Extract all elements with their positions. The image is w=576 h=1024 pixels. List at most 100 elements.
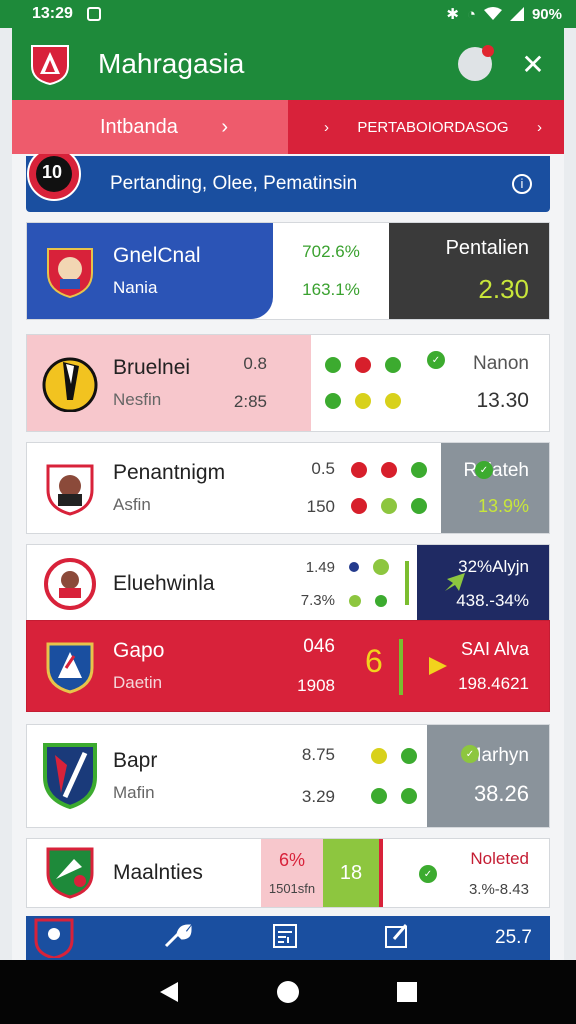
check-icon: ✓	[419, 865, 437, 883]
wifi-icon	[483, 7, 502, 20]
team-name: Bruelnei	[113, 356, 191, 379]
stats-column: 6% 1501sfn	[261, 839, 323, 907]
team-crest	[41, 354, 99, 412]
app-bar: Mahragasia ✕	[12, 28, 564, 100]
team-subtitle: Nania	[113, 278, 158, 297]
team-block: Eluehwinla	[27, 545, 275, 622]
home-icon[interactable]	[276, 980, 300, 1004]
stats-column: 046 1908	[275, 621, 335, 711]
system-nav-bar	[0, 960, 576, 1024]
match-list[interactable]: Pertanding, Olee, Pematinsin i 10 GnelCn…	[12, 154, 564, 960]
stat-secondary: 7.3%	[300, 591, 335, 609]
team-subtitle: Daetin	[113, 673, 163, 692]
signal-icon	[509, 7, 524, 21]
back-icon[interactable]	[158, 980, 180, 1004]
stats-column: 0.5 150	[275, 443, 335, 533]
odds-title: Rolateh	[463, 459, 530, 481]
match-card[interactable]: Penantnigm Asfin 0.5 150 ✓ Rolateh 13.9%	[26, 442, 550, 534]
form-dot-yellow	[371, 748, 387, 764]
form-dot-red	[355, 357, 371, 373]
stat-secondary: 2:85	[233, 392, 267, 411]
team-subtitle: Mafin	[113, 783, 155, 802]
nav-value: 25.7	[495, 927, 532, 948]
match-card[interactable]: Eluehwinla 1.49 7.3% 32%Alyjn 438.-34%	[26, 544, 550, 622]
chevron-right-icon: ›	[324, 118, 329, 136]
form-dot-green	[325, 357, 341, 373]
team-block: Penantnigm Asfin	[27, 443, 275, 533]
stat-secondary: 163.1%	[302, 280, 360, 299]
team-name: Bapr	[113, 749, 158, 772]
wrench-icon[interactable]	[162, 922, 192, 955]
team-crest	[41, 242, 99, 300]
odds-panel[interactable]: 32%Alyjn 438.-34%	[417, 545, 549, 622]
odds-value: 198.4621	[458, 673, 529, 693]
info-icon[interactable]: i	[512, 174, 532, 194]
list-icon[interactable]	[272, 923, 300, 954]
odds-title: Noleted	[470, 848, 529, 868]
app-logo[interactable]	[28, 42, 72, 86]
form-dots	[351, 443, 427, 533]
team-name: GnelCnal	[113, 244, 201, 267]
chevron-right-icon: ›	[221, 115, 228, 138]
team-block: Bruelnei Nesfin	[27, 335, 311, 431]
team-block: Bapr Mafin	[27, 725, 275, 827]
team-crest	[41, 555, 99, 613]
banner-text: Pertanding, Olee, Pematinsin	[110, 173, 358, 194]
chevron-right-icon: ›	[537, 118, 542, 136]
match-card[interactable]: GnelCnal Nania 702.6% 163.1% Pentalien 2…	[26, 222, 550, 320]
form-dot-green	[371, 788, 387, 804]
odds-title: 32%Alyjn	[458, 556, 529, 576]
stat-secondary: 3.29	[301, 787, 335, 806]
stat-primary: 0.8	[243, 354, 267, 373]
arrow-up-icon	[445, 573, 465, 591]
odds-panel[interactable]: ✓ Rolateh 13.9%	[441, 443, 549, 533]
stats-column: 702.6% 163.1%	[273, 223, 389, 319]
team-name: Maalnties	[113, 861, 203, 884]
team-crest	[41, 637, 99, 695]
odds-panel[interactable]: Pentalien 2.30	[389, 223, 549, 319]
tab-intbanda[interactable]: Intbanda ›	[12, 100, 288, 154]
notification-dot	[482, 45, 494, 57]
form-dot-green	[401, 748, 417, 764]
odds-panel[interactable]: ✓ Marhyn 38.26	[427, 725, 549, 827]
match-card[interactable]: Maalnties 6% 1501sfn 18 ✓ Noleted 3.%-8.…	[26, 838, 550, 908]
stat-secondary: 1908	[297, 676, 335, 695]
form-dot-green	[411, 462, 427, 478]
match-card-highlighted[interactable]: Gapo Daetin 046 1908 6 SAI Alva 198.4621	[26, 620, 550, 712]
odds-value: 13.30	[476, 389, 529, 412]
notification-button[interactable]	[458, 45, 494, 81]
stat-primary: 702.6%	[302, 242, 360, 261]
form-dot-green	[401, 788, 417, 804]
alarm-icon: ◔	[466, 5, 476, 23]
nav-crest[interactable]	[26, 918, 82, 958]
form-dot-lime	[381, 498, 397, 514]
close-icon[interactable]: ✕	[518, 48, 548, 81]
team-block: GnelCnal Nania	[27, 223, 273, 319]
status-bar: 13:29 ✱ ◔ 90%	[0, 0, 576, 28]
recents-icon[interactable]	[396, 981, 418, 1003]
odds-panel[interactable]: ✓ Noleted 3.%-8.43	[383, 839, 549, 907]
info-banner[interactable]: Pertanding, Olee, Pematinsin i	[26, 156, 550, 212]
edit-icon[interactable]	[384, 923, 412, 954]
stat-primary: 1.49	[305, 558, 335, 576]
tab-bar: Intbanda › › PERTABOIORDASOG ›	[12, 100, 564, 154]
form-dot-yellow	[355, 393, 371, 409]
odds-title: Pentalien	[445, 237, 529, 259]
team-name: Penantnigm	[113, 461, 226, 484]
live-score: 18	[323, 839, 379, 907]
tab-pertabo[interactable]: › PERTABOIORDASOG ›	[288, 100, 564, 154]
bottom-nav-bar: 25.7	[26, 916, 550, 960]
form-dot-red	[351, 462, 367, 478]
form-dot-lime	[373, 558, 389, 575]
team-crest	[41, 459, 99, 517]
match-card[interactable]: Bruelnei Nesfin 0.8 2:85 ✓ Nanon 13.30	[26, 334, 550, 432]
odds-value: 38.26	[473, 781, 529, 806]
match-card[interactable]: Bapr Mafin 8.75 3.29 ✓ Marhyn 38.26	[26, 724, 550, 828]
odds-panel[interactable]: Nanon 13.30	[445, 335, 549, 431]
odds-value: 2.30	[478, 274, 529, 304]
team-block: Gapo Daetin	[27, 621, 275, 711]
odds-value: 13.9%	[477, 495, 529, 516]
odds-panel[interactable]: SAI Alva 198.4621	[403, 621, 549, 711]
check-icon: ✓	[427, 351, 445, 369]
form-dot-red	[351, 498, 367, 514]
